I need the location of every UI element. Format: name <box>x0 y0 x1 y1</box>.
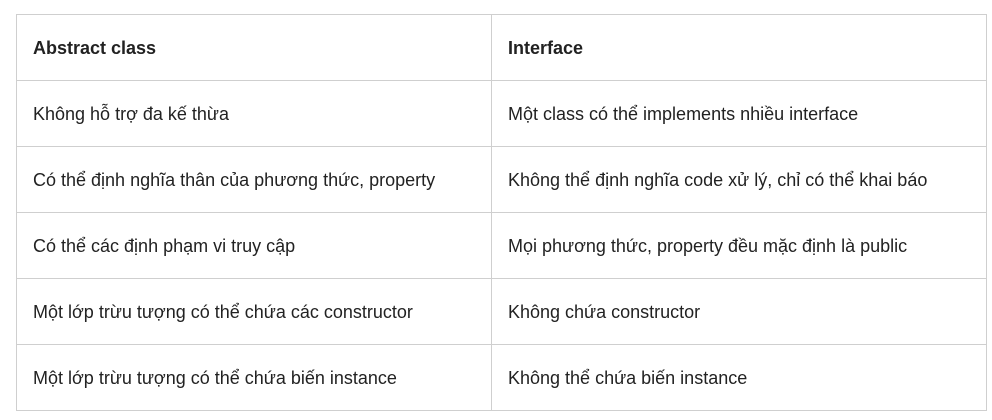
table-cell: Một lớp trừu tượng có thể chứa các const… <box>16 278 492 345</box>
table-row: Một lớp trừu tượng có thể chứa các const… <box>16 278 987 345</box>
table-cell: Một class có thể implements nhiều interf… <box>491 80 987 147</box>
table-row: Có thể các định phạm vi truy cập Mọi phư… <box>16 212 987 279</box>
comparison-table: Abstract class Interface Không hỗ trợ đa… <box>16 14 987 411</box>
table-cell: Không thể chứa biến instance <box>491 344 987 411</box>
table-cell: Một lớp trừu tượng có thể chứa biến inst… <box>16 344 492 411</box>
table-row: Một lớp trừu tượng có thể chứa biến inst… <box>16 344 987 411</box>
table-header-row: Abstract class Interface <box>16 14 987 81</box>
table-cell: Có thể định nghĩa thân của phương thức, … <box>16 146 492 213</box>
table-cell: Có thể các định phạm vi truy cập <box>16 212 492 279</box>
header-cell-interface: Interface <box>491 14 987 81</box>
table-cell: Không thể định nghĩa code xử lý, chỉ có … <box>491 146 987 213</box>
table-cell: Không chứa constructor <box>491 278 987 345</box>
table-row: Có thể định nghĩa thân của phương thức, … <box>16 146 987 213</box>
table-cell: Không hỗ trợ đa kế thừa <box>16 80 492 147</box>
table-row: Không hỗ trợ đa kế thừa Một class có thể… <box>16 80 987 147</box>
table-cell: Mọi phương thức, property đều mặc định l… <box>491 212 987 279</box>
header-cell-abstract-class: Abstract class <box>16 14 492 81</box>
